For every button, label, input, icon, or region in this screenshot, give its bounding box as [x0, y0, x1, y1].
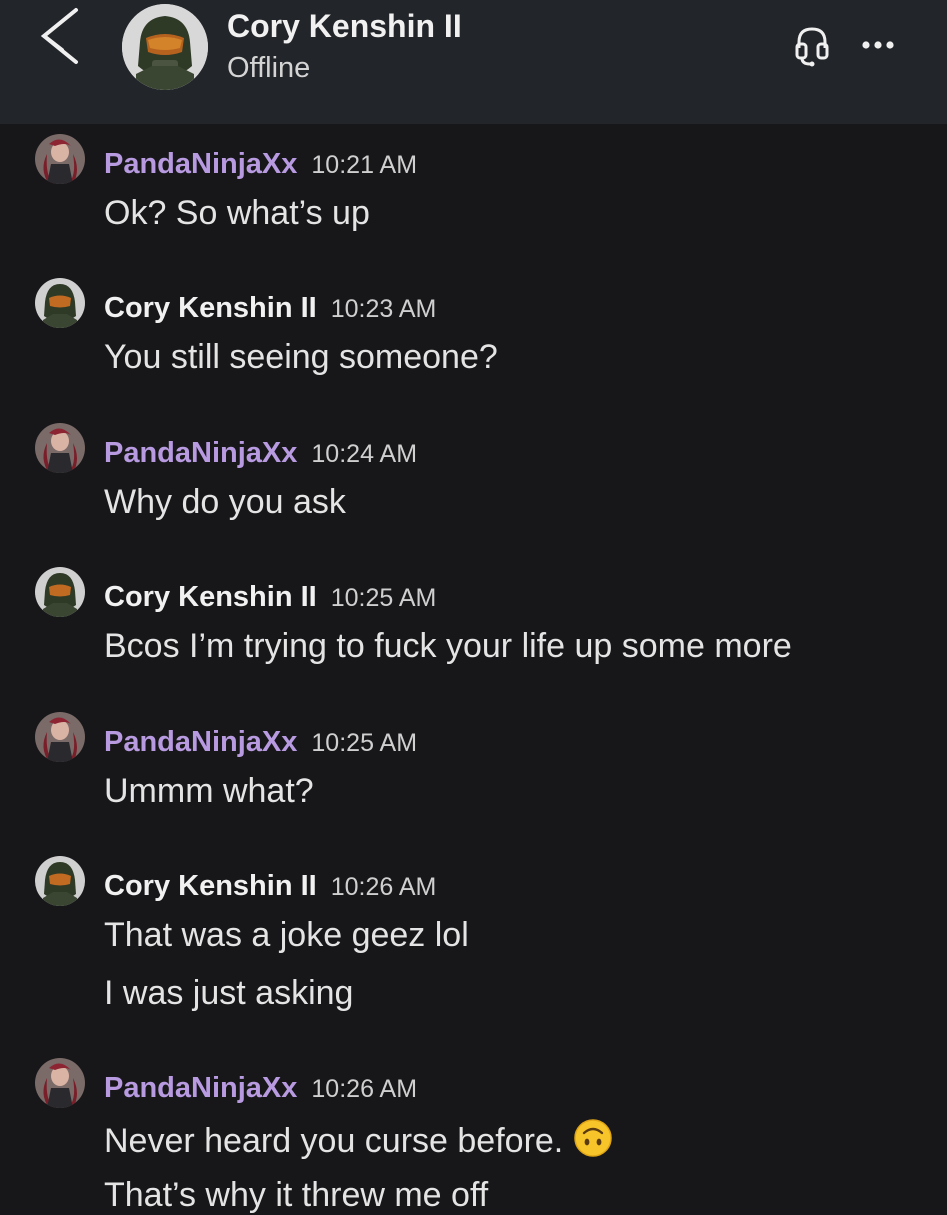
message-text: That was a joke geez lol — [104, 916, 469, 954]
message-text: Ok? So what’s up — [104, 194, 370, 232]
message-time: 10:26 AM — [311, 1075, 418, 1103]
message-list: PandaNinjaXx 10:21 AM Ok? So what’s up Co… — [0, 124, 947, 1214]
message-author: PandaNinjaXx 10:25 AM — [104, 726, 418, 758]
message-author: PandaNinjaXx 10:26 AM — [104, 1072, 418, 1104]
panda-avatar[interactable] — [35, 712, 85, 762]
message-text: Ummm what? — [104, 772, 314, 810]
cory-avatar[interactable] — [35, 856, 85, 906]
message-author: Cory Kenshin II 10:23 AM — [104, 292, 437, 324]
message-time: 10:26 AM — [330, 873, 437, 901]
message-time: 10:25 AM — [330, 584, 437, 612]
message-text: I was just asking — [104, 974, 354, 1012]
message-author: Cory Kenshin II 10:25 AM — [104, 581, 437, 613]
message-text: Why do you ask — [104, 483, 346, 521]
contact-avatar[interactable] — [122, 4, 208, 90]
message-time: 10:24 AM — [311, 440, 418, 468]
back-arrow-icon[interactable] — [36, 6, 88, 66]
message-text: Bcos I’m trying to fuck your life up som… — [104, 627, 792, 665]
message-time: 10:23 AM — [330, 295, 437, 323]
panda-avatar[interactable] — [35, 134, 85, 184]
panda-avatar[interactable] — [35, 1058, 85, 1108]
contact-name: Cory Kenshin II — [227, 8, 462, 44]
message-time: 10:21 AM — [311, 151, 418, 179]
message-author: PandaNinjaXx 10:24 AM — [104, 437, 418, 469]
message-author: PandaNinjaXx 10:21 AM — [104, 148, 418, 180]
cory-avatar[interactable] — [35, 567, 85, 617]
message-author: Cory Kenshin II 10:26 AM — [104, 870, 437, 902]
panda-avatar[interactable] — [35, 423, 85, 473]
contact-status: Offline — [227, 52, 311, 84]
cory-avatar[interactable] — [35, 278, 85, 328]
headset-icon[interactable] — [794, 24, 830, 68]
upside-down-face-emoji-icon — [573, 1118, 613, 1158]
message-text: You still seeing someone? — [104, 338, 498, 376]
message-time: 10:25 AM — [311, 729, 418, 757]
chat-header: Cory Kenshin II Offline — [0, 0, 947, 124]
message-text: Never heard you curse before. — [104, 1118, 613, 1161]
message-text: That’s why it threw me off — [104, 1176, 489, 1214]
more-options-icon[interactable] — [858, 30, 898, 60]
